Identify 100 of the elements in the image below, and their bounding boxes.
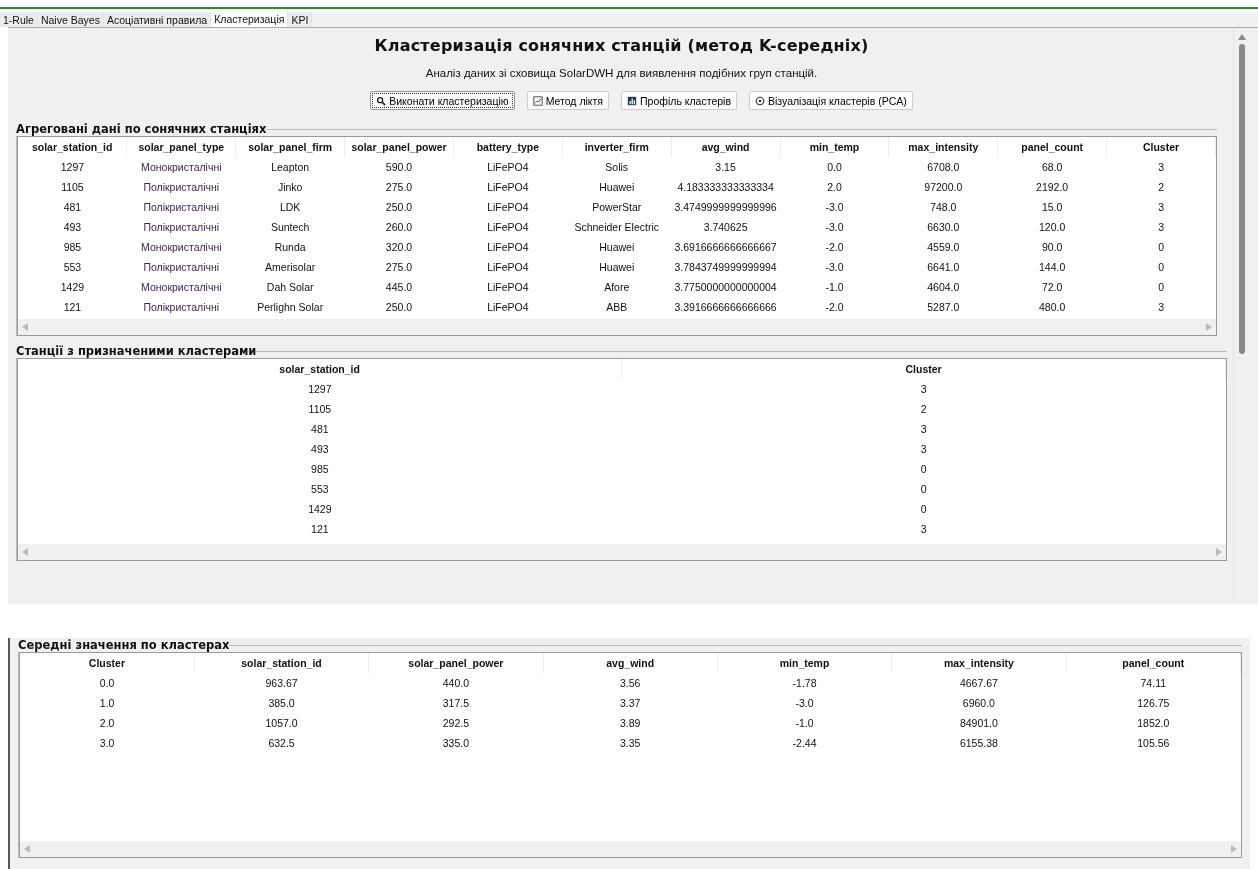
- column-header[interactable]: min_temp: [780, 137, 889, 157]
- table-cell-text: 126.75: [1136, 696, 1171, 711]
- action-button[interactable]: Метод ліктя: [526, 91, 610, 110]
- scroll-left-icon[interactable]: [22, 548, 28, 556]
- table-cell-text: 2: [919, 402, 928, 417]
- table-cell-text: 121: [310, 522, 330, 537]
- table-cell-text: 292.5: [441, 716, 470, 731]
- table-cell-text: LiFePO4: [486, 200, 530, 215]
- table-cell-text: LDK: [278, 200, 302, 215]
- action-button[interactable]: Візуалізація кластерів (PCA): [749, 91, 913, 110]
- table-cell: LiFePO4: [453, 157, 563, 177]
- table-cell-text: 320.0: [384, 240, 414, 255]
- table-cell-text: Полікристалічні: [142, 260, 221, 275]
- scroll-up-icon[interactable]: [1238, 34, 1246, 40]
- column-header[interactable]: max_intensity: [888, 137, 998, 157]
- table-cell-text: 2.0: [98, 716, 116, 731]
- scroll-left-icon[interactable]: [24, 845, 30, 853]
- table-cell-text: Полікристалічні: [142, 200, 221, 215]
- table-cell-text: Jinko: [276, 180, 304, 195]
- table-cell-text: 4604.0: [926, 280, 961, 295]
- column-header[interactable]: Cluster: [621, 359, 1226, 379]
- column-header[interactable]: battery_type: [453, 137, 563, 157]
- action-button[interactable]: Профіль кластерів: [621, 91, 737, 110]
- table-cell-text: 3.89: [619, 716, 642, 731]
- scroll-left-icon[interactable]: [22, 323, 28, 331]
- table-cell-text: 1105: [307, 402, 333, 417]
- table-cell-text: 0: [1157, 240, 1165, 255]
- table-cell-text: -3.0: [794, 696, 815, 711]
- table-cell-text: -1.0: [794, 716, 815, 731]
- table-cell: 3: [1106, 157, 1216, 177]
- table-cell-text: PowerStar: [591, 200, 643, 215]
- table-cell-text: 480.0: [1038, 300, 1067, 315]
- scroll-right-icon[interactable]: [1231, 845, 1237, 853]
- column-header[interactable]: solar_panel_power: [368, 653, 544, 673]
- table-cell-text: Монокристалічні: [140, 240, 223, 255]
- column-header[interactable]: min_temp: [717, 653, 892, 673]
- table-cell-text: 3: [919, 522, 928, 537]
- column-header[interactable]: solar_panel_power: [344, 137, 454, 157]
- column-header[interactable]: solar_panel_type: [126, 137, 236, 157]
- tab[interactable]: 1-Rule: [0, 12, 38, 27]
- table-cell-text: -3.0: [824, 220, 845, 235]
- table-cell-text: 3.35: [619, 736, 642, 751]
- tab[interactable]: KPI: [288, 12, 313, 27]
- table-cell-text: 0: [1157, 260, 1165, 275]
- table-cell-text: 120.0: [1038, 220, 1067, 235]
- table-cell-text: -2.0: [824, 240, 845, 255]
- target-icon: [755, 95, 765, 106]
- table-cell-text: 445.0: [384, 280, 414, 295]
- table-cell-text: Huawei: [598, 180, 636, 195]
- table-cell-text: 335.0: [441, 736, 470, 751]
- table-cell: 440.0: [368, 673, 544, 693]
- section-title: Станції з призначеними кластерами: [16, 344, 257, 358]
- table-cell-text: 3: [1157, 300, 1165, 315]
- table-cell-text: 121: [62, 300, 83, 315]
- table-cell-text: 84901.0: [958, 716, 999, 731]
- column-header[interactable]: panel_count: [1066, 653, 1241, 673]
- table-cell-text: 4.183333333333334: [676, 180, 775, 195]
- column-header[interactable]: max_intensity: [891, 653, 1067, 673]
- table-cell-text: ABB: [605, 300, 629, 315]
- column-header[interactable]: solar_station_id: [194, 653, 369, 673]
- table-cell-text: Полікристалічні: [142, 300, 221, 315]
- column-header[interactable]: Cluster: [1106, 137, 1216, 157]
- table-cell: 6708.0: [888, 157, 998, 177]
- table-cell-text: 97200.0: [923, 180, 964, 195]
- table-cell-text: 553: [310, 482, 330, 497]
- table-cell: Монокристалічні: [126, 157, 236, 177]
- table-cell-text: LiFePO4: [486, 240, 530, 255]
- table-cell-text: 1429: [307, 502, 333, 517]
- table-cell-text: 1852.0: [1136, 716, 1171, 731]
- column-header[interactable]: avg_wind: [543, 653, 718, 673]
- table-cell-text: LiFePO4: [486, 260, 530, 275]
- section-title: Агреговані дані по сонячних станціях: [16, 122, 267, 136]
- table-cell-text: 385.0: [267, 696, 296, 711]
- table-cell-text: 0: [919, 502, 928, 517]
- table-cell: 0.0: [20, 673, 195, 693]
- table-cell-text: 3.7750000000000004: [673, 280, 778, 295]
- table-cell-text: 3.37: [619, 696, 642, 711]
- tab[interactable]: Асоціативні правила: [103, 12, 212, 27]
- table-cell-text: Runda: [273, 240, 307, 255]
- page-title: Кластеризація сонячних станцій (метод K-середніх): [373, 36, 870, 55]
- table-cell: 68.0: [997, 157, 1107, 177]
- table-cell-text: 0: [1157, 280, 1165, 295]
- column-header[interactable]: inverter_firm: [562, 137, 672, 157]
- table-cell-text: 3.0: [98, 736, 116, 751]
- table-cell: Solis: [562, 157, 672, 177]
- table-cell-text: 6960.0: [961, 696, 996, 711]
- action-button[interactable]: Виконати кластеризацію: [370, 91, 515, 110]
- table-cell-text: 1.0: [98, 696, 116, 711]
- table-cell-text: 2: [1157, 180, 1165, 195]
- tab[interactable]: Кластеризація: [211, 11, 289, 27]
- tab[interactable]: Naive Bayes: [37, 12, 104, 27]
- column-header[interactable]: solar_panel_firm: [235, 137, 345, 157]
- table-cell-text: 260.0: [384, 220, 414, 235]
- table-cell-text: LiFePO4: [486, 220, 530, 235]
- scroll-right-icon[interactable]: [1216, 548, 1222, 556]
- column-header[interactable]: avg_wind: [671, 137, 780, 157]
- table-cell-text: LiFePO4: [486, 180, 530, 195]
- column-header[interactable]: panel_count: [997, 137, 1107, 157]
- table-cell-text: 3.4749999999999996: [673, 200, 778, 215]
- scroll-right-icon[interactable]: [1206, 323, 1212, 331]
